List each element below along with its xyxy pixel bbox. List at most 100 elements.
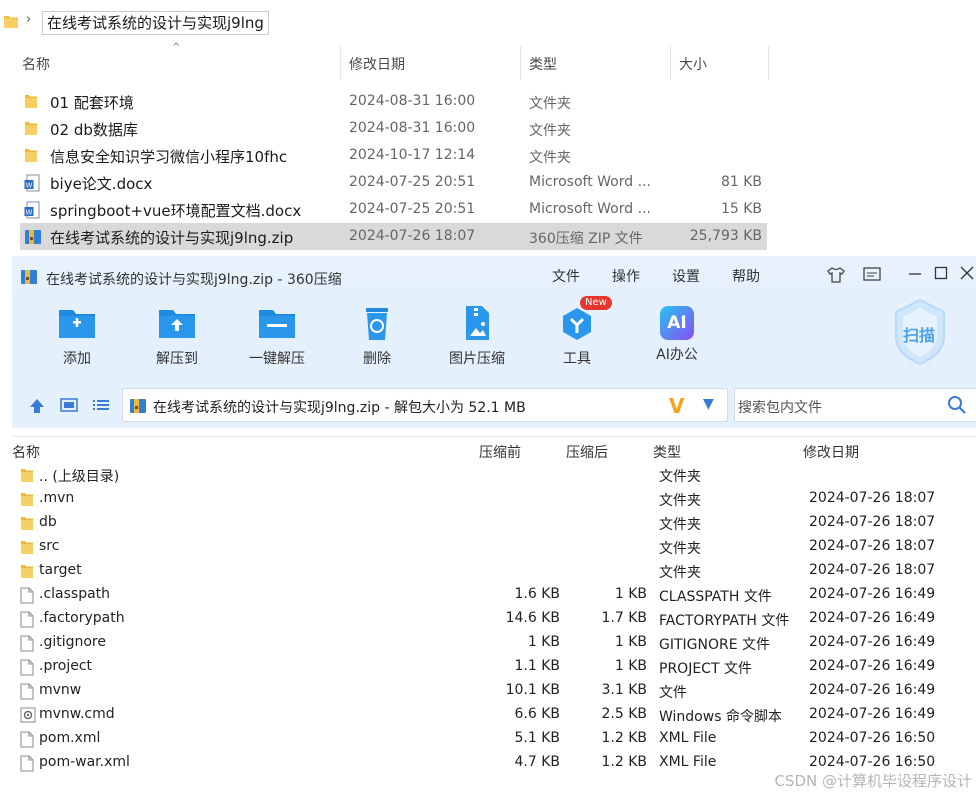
maximize-icon[interactable] xyxy=(934,266,948,280)
column-divider[interactable] xyxy=(768,46,769,80)
entry-size-before: 6.6 KB xyxy=(514,706,561,722)
entry-date: 2024-07-26 16:50 xyxy=(809,754,936,770)
archive-row[interactable]: mvnw 10.1 KB 3.1 KB 文件 2024-07-26 16:49 xyxy=(12,679,976,703)
archive-row[interactable]: .. (上级目录) 文件夹 xyxy=(12,463,976,487)
chevron-right-icon[interactable]: › xyxy=(26,12,31,27)
entry-size-after: 1.2 KB xyxy=(601,754,648,770)
entry-date: 2024-07-26 16:49 xyxy=(809,634,936,650)
column-compressed-after[interactable]: 压缩后 xyxy=(566,442,608,462)
archive-row[interactable]: .mvn 文件夹 2024-07-26 18:07 xyxy=(12,487,976,511)
zip-window: 在线考试系统的设计与实现j9lng.zip - 360压缩 文件 操作 设置 帮… xyxy=(12,256,976,797)
entry-size-after: 2.5 KB xyxy=(601,706,648,722)
entry-size-before: 1.1 KB xyxy=(514,658,561,674)
entry-date: 2024-07-26 16:49 xyxy=(809,682,936,698)
archive-row[interactable]: .factorypath 14.6 KB 1.7 KB FACTORYPATH 文件 2… xyxy=(12,607,976,631)
main-toolbar: 添加 解压到 一键解压 删除 图片压缩 工具 New AI AI办公 xyxy=(12,296,976,384)
archive-row[interactable]: .classpath 1.6 KB 1 KB CLASSPATH 文件 2024-07-… xyxy=(12,583,976,607)
column-type[interactable]: 类型 xyxy=(529,54,557,74)
entry-date: 2024-07-26 18:07 xyxy=(809,514,936,530)
file-explorer: › 在线考试系统的设计与实现j9lng ^ 名称 修改日期 类型 大小 01 配… xyxy=(0,0,976,256)
archive-row[interactable]: mvnw.cmd 6.6 KB 2.5 KB Windows 命令脚本 2024-07-… xyxy=(12,703,976,727)
chevron-down-icon[interactable]: ▼ xyxy=(703,396,714,412)
close-icon[interactable] xyxy=(960,266,974,280)
entry-date: 2024-07-26 16:49 xyxy=(809,610,936,626)
folder-icon xyxy=(20,539,34,559)
menu-settings[interactable]: 设置 xyxy=(672,266,700,286)
explorer-row[interactable]: Wbiye论文.docx 2024-07-25 20:51 Microsoft Wo… xyxy=(20,169,767,196)
archive-row[interactable]: pom.xml 5.1 KB 1.2 KB XML File 2024-07-26 16… xyxy=(12,727,976,751)
explorer-row[interactable]: Wspringboot+vue环境配置文档.docx 2024-07-25 20:… xyxy=(20,196,767,223)
minimize-icon[interactable] xyxy=(908,268,922,280)
column-compressed-before[interactable]: 压缩前 xyxy=(479,442,521,462)
svg-text:W: W xyxy=(26,182,33,190)
entry-type: XML File xyxy=(659,730,717,746)
explorer-row[interactable]: 信息安全知识学习微信小程序10fhc 2024-10-17 12:14 文件夹 xyxy=(20,142,767,169)
feedback-icon[interactable] xyxy=(862,266,882,284)
entry-type: FACTORYPATH 文件 xyxy=(659,613,790,629)
menu-operation[interactable]: 操作 xyxy=(612,266,640,286)
v-logo-icon[interactable]: V xyxy=(669,394,684,418)
archive-row[interactable]: target 文件夹 2024-07-26 18:07 xyxy=(12,559,976,583)
entry-date: 2024-07-26 16:49 xyxy=(809,586,936,602)
entry-type: 文件夹 xyxy=(659,517,701,533)
column-name[interactable]: 名称 xyxy=(12,442,40,462)
skin-icon[interactable] xyxy=(826,265,846,285)
one-click-extract-button[interactable]: 一键解压 xyxy=(232,302,322,368)
column-divider[interactable] xyxy=(520,46,521,80)
ai-office-button[interactable]: AI AI办公 xyxy=(632,302,722,364)
scan-label: 扫描 xyxy=(903,326,936,345)
entry-type: GITIGNORE 文件 xyxy=(659,637,771,653)
entry-name: db xyxy=(39,514,57,530)
image-compress-button[interactable]: 图片压缩 xyxy=(432,302,522,368)
file-date: 2024-07-26 18:07 xyxy=(349,228,476,244)
file-name: 在线考试系统的设计与实现j9lng.zip xyxy=(50,229,294,247)
thumbnail-view-icon[interactable] xyxy=(60,397,78,413)
entry-type: 文件夹 xyxy=(659,493,701,509)
column-type[interactable]: 类型 xyxy=(653,442,681,462)
ai-office-icon: AI xyxy=(660,306,694,340)
archive-row[interactable]: src 文件夹 2024-07-26 18:07 xyxy=(12,535,976,559)
entry-size-before: 14.6 KB xyxy=(505,610,560,626)
archive-column-header: 名称 压缩前 压缩后 类型 修改日期 xyxy=(12,436,976,464)
delete-button[interactable]: 删除 xyxy=(332,302,422,368)
menu-file[interactable]: 文件 xyxy=(552,266,580,286)
entry-type: Windows 命令脚本 xyxy=(659,709,782,725)
explorer-row[interactable]: 01 配套环境 2024-08-31 16:00 文件夹 xyxy=(20,88,767,115)
entry-name: .classpath xyxy=(39,586,111,602)
up-arrow-icon[interactable] xyxy=(28,397,46,415)
file-icon xyxy=(20,755,34,776)
new-badge: New xyxy=(580,296,612,310)
image-compress-icon xyxy=(466,306,489,340)
entry-type: 文件 xyxy=(659,685,687,701)
add-icon xyxy=(59,310,95,338)
file-icon xyxy=(20,611,34,632)
address-path[interactable]: 在线考试系统的设计与实现j9lng xyxy=(42,11,269,35)
column-name[interactable]: 名称 xyxy=(22,54,50,74)
column-date[interactable]: 修改日期 xyxy=(803,442,859,462)
archive-row[interactable]: .project 1.1 KB 1 KB PROJECT 文件 2024-07-26 1… xyxy=(12,655,976,679)
search-input[interactable]: 搜索包内文件 xyxy=(734,388,976,422)
entry-size-before: 1.6 KB xyxy=(514,586,561,602)
file-icon xyxy=(20,683,34,704)
scan-button[interactable]: 扫描 xyxy=(890,296,950,366)
menu-help[interactable]: 帮助 xyxy=(732,266,760,286)
entry-type: 文件夹 xyxy=(659,469,701,485)
archive-row[interactable]: db 文件夹 2024-07-26 18:07 xyxy=(12,511,976,535)
extract-to-button[interactable]: 解压到 xyxy=(132,302,222,368)
column-divider[interactable] xyxy=(670,46,671,80)
tools-button[interactable]: 工具 New xyxy=(532,296,622,368)
archive-row[interactable]: .gitignore 1 KB 1 KB GITIGNORE 文件 2024-07-26… xyxy=(12,631,976,655)
archive-path-box[interactable]: 在线考试系统的设计与实现j9lng.zip - 解包大小为 52.1 MB V … xyxy=(122,388,728,422)
list-view-icon[interactable] xyxy=(92,397,110,413)
explorer-row[interactable]: 02 db数据库 2024-08-31 16:00 文件夹 xyxy=(20,115,767,142)
file-type: 文件夹 xyxy=(529,150,571,166)
column-date[interactable]: 修改日期 xyxy=(349,54,405,74)
folder-icon xyxy=(24,120,38,140)
entry-name: .gitignore xyxy=(39,634,106,650)
entry-name: .project xyxy=(39,658,93,674)
column-size[interactable]: 大小 xyxy=(679,54,707,74)
explorer-row[interactable]: 在线考试系统的设计与实现j9lng.zip 2024-07-26 18:07 360… xyxy=(20,223,767,250)
add-button[interactable]: 添加 xyxy=(32,302,122,368)
search-icon[interactable] xyxy=(947,395,967,415)
column-divider[interactable] xyxy=(340,46,341,80)
